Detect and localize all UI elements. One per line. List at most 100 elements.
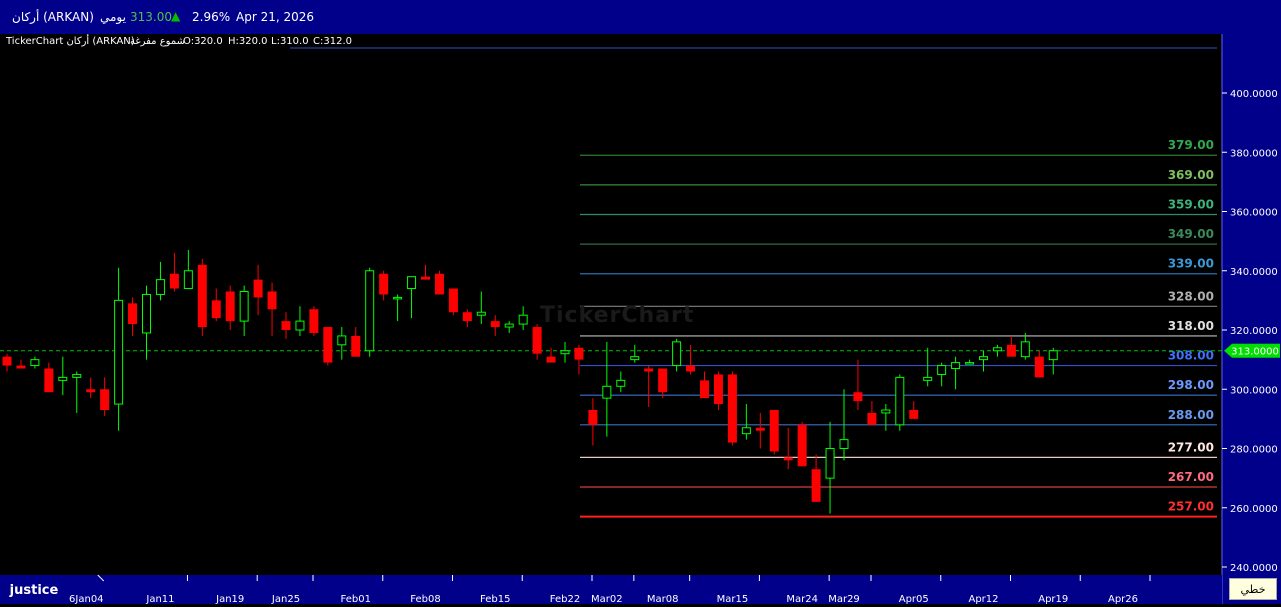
candle-body-up[interactable]: [504, 323, 514, 328]
candle-body-down[interactable]: [658, 368, 668, 393]
candle-body-down[interactable]: [713, 374, 723, 405]
candle-body-down[interactable]: [783, 457, 793, 461]
candle-body-down[interactable]: [867, 412, 877, 425]
y-axis-panel: [1222, 34, 1281, 604]
candle-body-down[interactable]: [16, 365, 26, 369]
candle-body-up[interactable]: [895, 376, 905, 426]
x-tick-label: Feb08: [410, 594, 440, 604]
candle-body-down[interactable]: [225, 291, 235, 322]
x-tick-label: Apr26: [1108, 594, 1138, 604]
candle-body-down[interactable]: [211, 300, 221, 319]
candle-body-up[interactable]: [155, 279, 165, 295]
candle-body-up[interactable]: [30, 359, 40, 367]
candle-body-up[interactable]: [672, 341, 682, 367]
candle-body-up[interactable]: [825, 448, 835, 479]
y-tick-label: 340.0000: [1230, 267, 1278, 278]
candle-body-down[interactable]: [1006, 344, 1016, 357]
candle-body-down[interactable]: [755, 427, 765, 431]
candle-body-down[interactable]: [686, 365, 696, 372]
candle-body-down[interactable]: [727, 374, 737, 443]
candle-body-up[interactable]: [393, 296, 403, 300]
candle-body-up[interactable]: [72, 373, 82, 378]
candle-body-down[interactable]: [197, 264, 207, 328]
candle-body-down[interactable]: [588, 409, 598, 425]
candle-body-down[interactable]: [2, 356, 12, 366]
candle-body-up[interactable]: [616, 379, 626, 387]
candle-body-down[interactable]: [128, 303, 138, 325]
up-arrow-icon: ▲: [171, 9, 181, 23]
x-tick-label: Apr19: [1038, 594, 1068, 604]
info-chart-style: شموع مفرغة: [130, 36, 185, 47]
y-tick-label: 400.0000: [1230, 89, 1278, 100]
candle-body-down[interactable]: [462, 312, 472, 322]
candle-body-down[interactable]: [253, 279, 263, 298]
info-source: TickerChart أركان (ARKAN): [6, 36, 135, 47]
candle-body-up[interactable]: [979, 356, 988, 361]
candle-body-down[interactable]: [351, 335, 361, 357]
y-tick-label: 380.0000: [1230, 148, 1278, 159]
candle-body-up[interactable]: [518, 314, 528, 325]
candle-body-down[interactable]: [769, 409, 779, 452]
candle-body-up[interactable]: [951, 362, 961, 370]
candle-body-down[interactable]: [281, 321, 291, 330]
candle-body-down[interactable]: [379, 273, 389, 295]
candle-body-up[interactable]: [295, 320, 305, 331]
candle-body-down[interactable]: [100, 389, 110, 410]
candle-body-up[interactable]: [142, 293, 151, 334]
candle-body-down[interactable]: [323, 327, 333, 363]
info-low: L:310.0: [271, 36, 309, 47]
last-date: Apr 21, 2026: [236, 10, 315, 24]
candle-body-down[interactable]: [267, 291, 277, 310]
candle-body-up[interactable]: [881, 409, 891, 414]
candle-body-down[interactable]: [909, 409, 919, 419]
chart-type-button[interactable]: خطي: [1229, 578, 1277, 600]
candle-body-down[interactable]: [448, 288, 458, 313]
candle-body-up[interactable]: [337, 335, 347, 346]
candle-body-down[interactable]: [169, 273, 179, 289]
candle-body-down[interactable]: [574, 347, 584, 360]
candle-body-up[interactable]: [560, 350, 570, 355]
candle-body-up[interactable]: [741, 427, 751, 435]
candle-body-down[interactable]: [811, 469, 821, 502]
candle-body-up[interactable]: [407, 276, 417, 290]
workspace-tag[interactable]: justice: [0, 575, 68, 604]
candle-body-down[interactable]: [644, 368, 654, 372]
candle-body-down[interactable]: [532, 327, 542, 354]
candle-body-up[interactable]: [1048, 350, 1058, 361]
level-label: 328.00: [1168, 289, 1214, 303]
candle-body-down[interactable]: [434, 273, 444, 295]
candle-body-up[interactable]: [923, 376, 933, 381]
y-tick-label: 320.0000: [1230, 326, 1278, 337]
level-label: 339.00: [1168, 257, 1214, 271]
candle-body-up[interactable]: [183, 270, 193, 290]
chart-window: أركان (ARKAN) يومي 313.00 ▲ 2.96% Apr 21…: [0, 0, 1281, 604]
candle-body-down[interactable]: [44, 368, 54, 393]
candle-body-down[interactable]: [86, 389, 96, 393]
candle-body-down[interactable]: [797, 424, 807, 467]
candle-body-up[interactable]: [992, 347, 1002, 352]
period-label[interactable]: يومي: [100, 10, 126, 24]
candle-body-up[interactable]: [114, 299, 124, 405]
candle-body-down[interactable]: [421, 276, 430, 280]
last-price: 313.00: [130, 10, 172, 24]
candle-body-up[interactable]: [58, 376, 68, 381]
candle-body-up[interactable]: [839, 439, 849, 449]
symbol-name[interactable]: أركان (ARKAN): [12, 10, 94, 24]
candle-body-up[interactable]: [365, 270, 375, 352]
candle-body-up[interactable]: [630, 356, 640, 361]
candle-body-down[interactable]: [700, 380, 709, 399]
candle-body-up[interactable]: [602, 385, 612, 399]
candle-body-down[interactable]: [853, 392, 863, 402]
candle-body-up[interactable]: [937, 365, 947, 375]
candle-body-up[interactable]: [476, 311, 486, 316]
candle-body-down[interactable]: [546, 356, 556, 363]
level-label: 267.00: [1168, 470, 1214, 484]
candle-body-down[interactable]: [490, 321, 500, 328]
candle-body-up[interactable]: [1020, 341, 1030, 358]
level-label: 318.00: [1168, 319, 1214, 333]
candle-body-up[interactable]: [239, 290, 249, 322]
x-tick-label: Feb15: [480, 594, 510, 604]
candle-body-down[interactable]: [309, 309, 319, 333]
candle-body-up[interactable]: [965, 362, 975, 365]
candle-body-down[interactable]: [1034, 356, 1044, 378]
